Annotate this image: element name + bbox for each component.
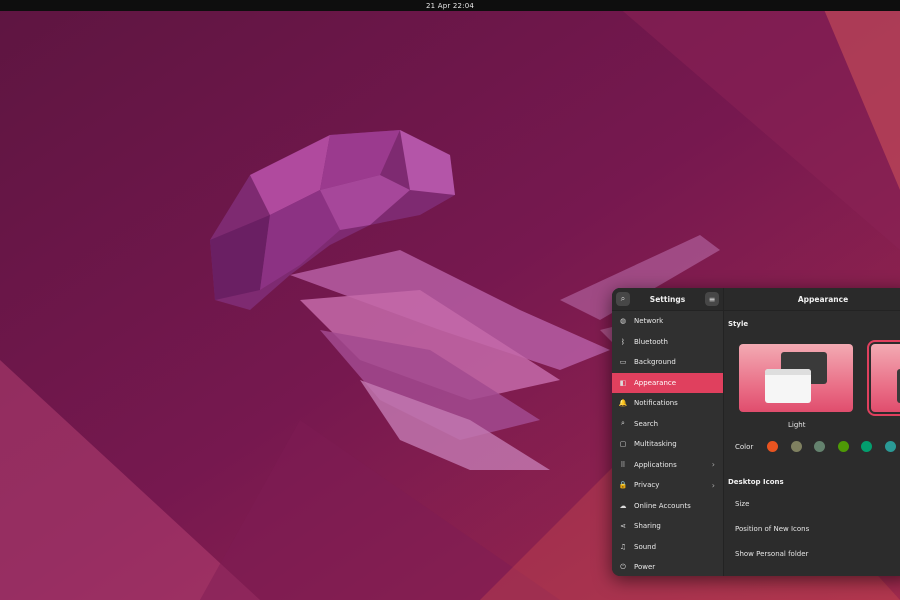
cloud-icon: ☁ — [619, 501, 627, 510]
accent-color-swatch[interactable] — [885, 441, 896, 452]
search-icon: ⌕ — [621, 419, 625, 428]
accent-color-swatch[interactable] — [767, 441, 778, 452]
sidebar-item-search[interactable]: ⌕ Search — [612, 414, 723, 435]
page-title: Appearance — [797, 294, 849, 304]
sidebar-item-network[interactable]: ◍ Network — [612, 311, 723, 332]
sidebar-item-bluetooth[interactable]: ᛒ Bluetooth — [612, 332, 723, 353]
accent-color-swatch[interactable] — [837, 441, 849, 452]
network-icon: ◍ — [619, 317, 627, 326]
sidebar-item-privacy[interactable]: 🔒 Privacy › — [612, 475, 723, 496]
sidebar-item-sound[interactable]: ♫ Sound — [612, 537, 723, 558]
chevron-right-icon: › — [711, 460, 715, 470]
bell-icon: 🔔 — [618, 399, 628, 408]
search-icon: ⌕ — [620, 294, 626, 303]
power-icon: ⏻ — [620, 562, 626, 571]
color-label: Color — [735, 443, 754, 451]
lock-icon: 🔒 — [618, 481, 628, 490]
sidebar-item-label: Bluetooth — [634, 337, 668, 346]
size-row[interactable]: Size — [735, 500, 749, 508]
style-section-label: Style — [728, 320, 749, 328]
sidebar-item-label: Privacy — [634, 481, 660, 490]
light-window-preview — [765, 369, 811, 403]
top-bar: 21 Apr 22:04 — [0, 0, 900, 11]
sidebar-item-label: Online Accounts — [634, 501, 691, 510]
bluetooth-icon: ᛒ — [620, 337, 626, 346]
search-button[interactable]: ⌕ — [616, 292, 630, 306]
menu-button[interactable]: ≡ — [705, 292, 719, 306]
sidebar-item-label: Appearance — [634, 378, 677, 387]
music-note-icon: ♫ — [619, 542, 627, 551]
sidebar-item-label: Sound — [634, 542, 657, 551]
grid-icon: ⠿ — [620, 460, 626, 469]
sidebar-item-label: Multitasking — [634, 440, 677, 449]
share-icon: ⋖ — [620, 522, 626, 531]
sidebar-item-label: Network — [634, 317, 664, 326]
sidebar-item-label: Sharing — [634, 522, 661, 531]
sidebar-item-label: Power — [634, 563, 656, 572]
sidebar-item-notifications[interactable]: 🔔 Notifications — [612, 393, 723, 414]
sidebar-item-appearance[interactable]: ◧ Appearance — [612, 372, 723, 393]
background-icon: ▭ — [619, 358, 627, 367]
sidebar-item-sharing[interactable]: ⋖ Sharing — [612, 516, 723, 537]
sidebar-item-applications[interactable]: ⠿ Applications › — [612, 455, 723, 476]
chevron-right-icon: › — [711, 480, 715, 490]
settings-sidebar: ⌕ Settings ≡ ◍ Network ᛒ Bluetooth ▭ Backgrou… — [612, 288, 724, 576]
sidebar-header: ⌕ Settings ≡ — [612, 288, 723, 311]
sidebar-item-online-accounts[interactable]: ☁ Online Accounts — [612, 496, 723, 517]
sidebar-item-label: Notifications — [634, 399, 678, 408]
style-option-selected[interactable] — [867, 340, 900, 416]
style-option-light[interactable] — [739, 344, 853, 412]
multitasking-icon: ▢ — [619, 440, 627, 449]
sidebar-item-label: Applications — [634, 460, 677, 469]
show-personal-folder-row[interactable]: Show Personal folder — [735, 550, 808, 558]
hamburger-icon: ≡ — [708, 294, 716, 304]
sidebar-item-label: Search — [634, 419, 659, 428]
position-new-icons-row[interactable]: Position of New Icons — [735, 525, 809, 533]
sidebar-item-multitasking[interactable]: ▢ Multitasking — [612, 434, 723, 455]
appearance-icon: ◧ — [619, 378, 627, 387]
accent-color-swatch[interactable] — [790, 441, 802, 452]
sidebar-item-background[interactable]: ▭ Background — [612, 352, 723, 373]
sidebar-item-power[interactable]: ⏻ Power — [612, 557, 723, 576]
settings-nav: ◍ Network ᛒ Bluetooth ▭ Background ◧ Appearance… — [612, 311, 723, 576]
clock[interactable]: 21 Apr 22:04 — [426, 2, 474, 10]
sidebar-item-label: Background — [634, 358, 676, 367]
sidebar-title: Settings — [649, 294, 686, 304]
desktop-icons-label: Desktop Icons — [728, 478, 784, 486]
style-option-light-label: Light — [788, 421, 806, 429]
content-header: Appearance — [724, 288, 900, 311]
